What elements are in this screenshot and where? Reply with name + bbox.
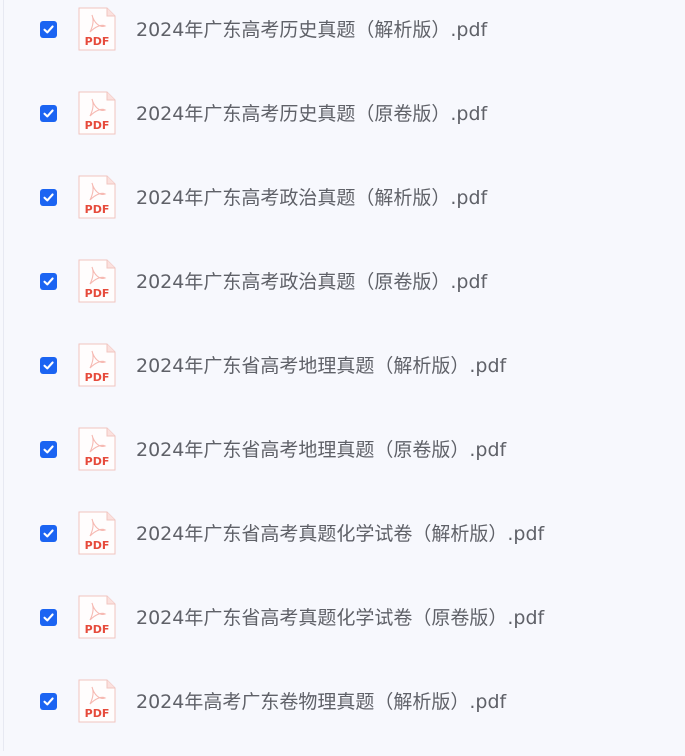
svg-text:PDF: PDF [85,539,110,552]
checkmark-icon [43,361,54,370]
file-name[interactable]: 2024年广东省高考地理真题（解析版）.pdf [136,353,506,379]
checkmark-icon [43,445,54,454]
svg-text:PDF: PDF [85,455,110,468]
file-name[interactable]: 2024年广东高考政治真题（解析版）.pdf [136,185,487,211]
svg-text:PDF: PDF [85,119,110,132]
file-checkbox[interactable] [40,357,57,374]
checkmark-icon [43,277,54,286]
checkmark-icon [43,25,54,34]
file-checkbox[interactable] [40,609,57,626]
pdf-file-icon: PDF [78,679,116,723]
file-checkbox[interactable] [40,21,57,38]
file-name[interactable]: 2024年广东高考历史真题（解析版）.pdf [136,17,487,43]
file-checkbox[interactable] [40,693,57,710]
file-name[interactable]: 2024年高考广东卷物理真题（解析版）.pdf [136,689,506,715]
svg-text:PDF: PDF [85,35,110,48]
file-row[interactable]: PDF 2024年广东省高考真题化学试卷（解析版）.pdf [0,504,685,588]
pdf-file-icon: PDF [78,259,116,303]
file-name[interactable]: 2024年广东省高考地理真题（原卷版）.pdf [136,437,506,463]
pdf-file-icon: PDF [78,175,116,219]
file-checkbox[interactable] [40,525,57,542]
file-name[interactable]: 2024年广东高考政治真题（原卷版）.pdf [136,269,487,295]
pdf-file-icon: PDF [78,427,116,471]
file-checkbox[interactable] [40,441,57,458]
file-name[interactable]: 2024年广东省高考真题化学试卷（原卷版）.pdf [136,605,544,631]
svg-text:PDF: PDF [85,707,110,720]
file-name[interactable]: 2024年广东省高考真题化学试卷（解析版）.pdf [136,521,544,547]
pdf-file-icon: PDF [78,595,116,639]
file-row[interactable]: PDF 2024年广东高考历史真题（原卷版）.pdf [0,84,685,168]
checkmark-icon [43,193,54,202]
file-checkbox[interactable] [40,189,57,206]
pdf-file-icon: PDF [78,511,116,555]
pdf-file-icon: PDF [78,7,116,51]
file-checkbox[interactable] [40,273,57,290]
file-row[interactable]: PDF 2024年广东省高考地理真题（解析版）.pdf [0,336,685,420]
pdf-file-icon: PDF [78,91,116,135]
pdf-file-icon: PDF [78,343,116,387]
file-row[interactable]: PDF 2024年高考广东卷物理真题（解析版）.pdf [0,672,685,756]
svg-text:PDF: PDF [85,287,110,300]
checkmark-icon [43,529,54,538]
svg-text:PDF: PDF [85,371,110,384]
checkmark-icon [43,109,54,118]
file-name[interactable]: 2024年广东高考历史真题（原卷版）.pdf [136,101,487,127]
checkmark-icon [43,697,54,706]
file-row[interactable]: PDF 2024年广东高考政治真题（原卷版）.pdf [0,252,685,336]
checkmark-icon [43,613,54,622]
svg-text:PDF: PDF [85,623,110,636]
file-row[interactable]: PDF 2024年广东省高考地理真题（原卷版）.pdf [0,420,685,504]
file-checkbox[interactable] [40,105,57,122]
file-row[interactable]: PDF 2024年广东省高考真题化学试卷（原卷版）.pdf [0,588,685,672]
file-row[interactable]: PDF 2024年广东高考政治真题（解析版）.pdf [0,168,685,252]
file-row[interactable]: PDF 2024年广东高考历史真题（解析版）.pdf [0,0,685,84]
svg-text:PDF: PDF [85,203,110,216]
